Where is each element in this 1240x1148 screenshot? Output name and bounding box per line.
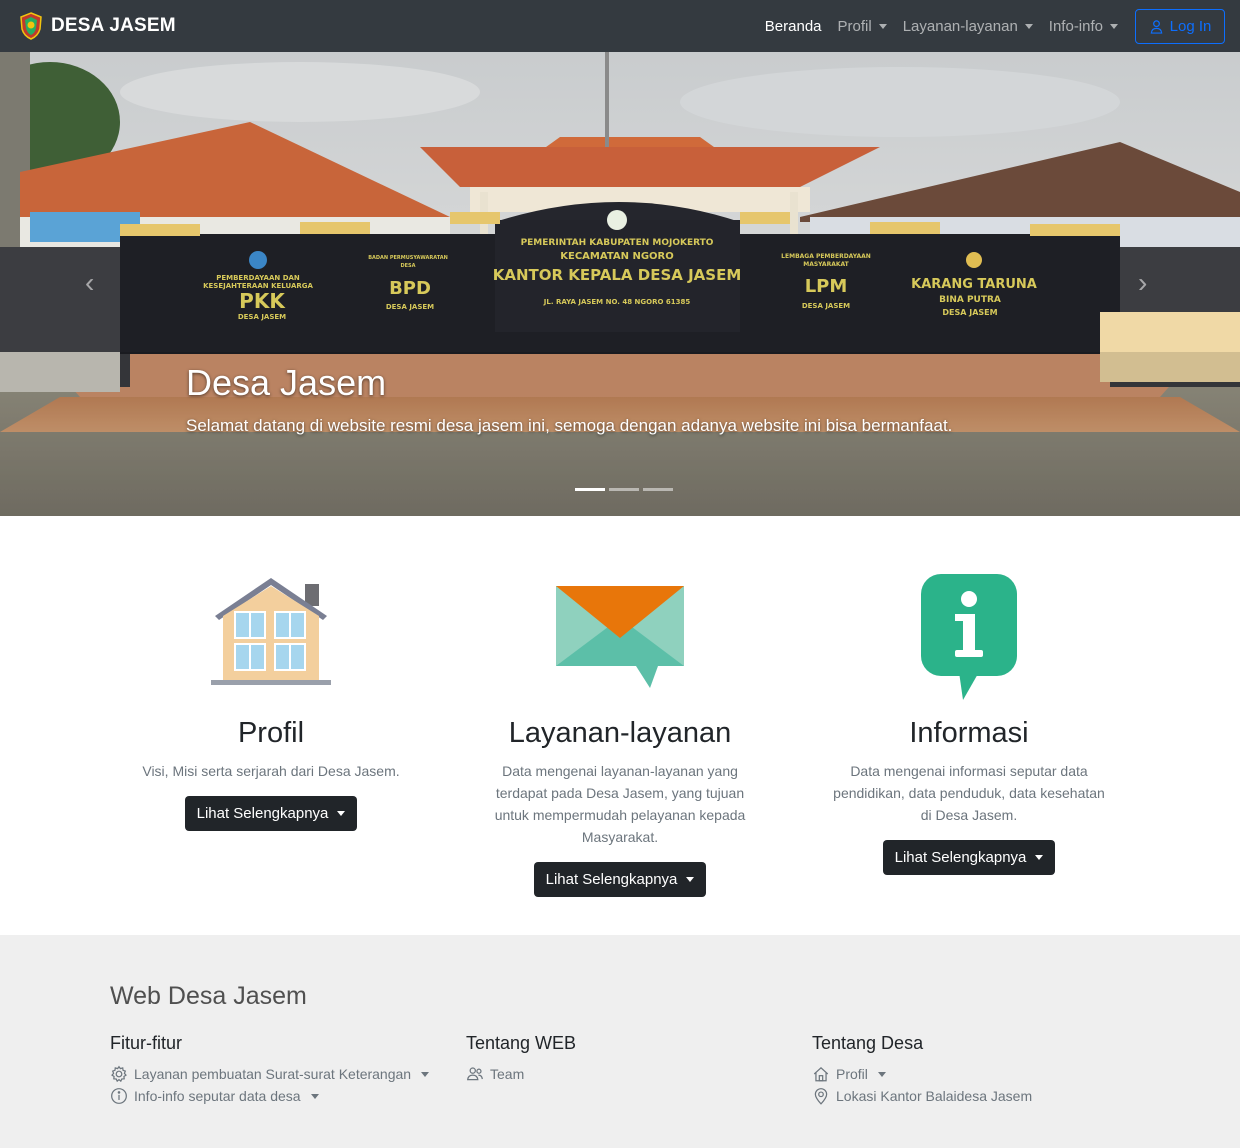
hero-subtitle: Selamat datang di website resmi desa jas…: [186, 416, 953, 435]
footer-col-web: Tentang WEB Team: [466, 1033, 576, 1085]
footer: Web Desa Jasem Fitur-fitur Layanan pembu…: [0, 935, 1240, 1148]
carousel-prev-button[interactable]: ‹: [85, 267, 94, 299]
footer-link-label: Team: [490, 1066, 525, 1082]
house-icon: [211, 578, 331, 685]
sign-gov-text: PEMERINTAH KABUPATEN MOJOKERTO: [521, 238, 714, 248]
nav-label: Layanan-layanan: [902, 17, 1018, 35]
carousel-indicators: [575, 488, 673, 491]
nav-label: Info-info: [1048, 17, 1103, 35]
sign-lpm-top: LEMBAGA PEMBERDAYAAN: [781, 253, 871, 260]
footer-link-team[interactable]: Team: [466, 1063, 576, 1085]
layanan-more-button[interactable]: Lihat Selengkapnya: [533, 862, 707, 897]
sign-pkk-sub: DESA JASEM: [238, 313, 286, 321]
sign-bpd-top2: DESA: [400, 263, 415, 269]
caret-down-icon: [1035, 855, 1044, 860]
footer-heading: Tentang WEB: [466, 1033, 577, 1053]
footer-link-lokasi[interactable]: Lokasi Kantor Balaidesa Jasem: [812, 1085, 1032, 1107]
nav-profil-dropdown[interactable]: Profil: [830, 18, 895, 35]
caret-down-icon: [686, 877, 695, 882]
footer-col-desa: Tentang Desa Profil Lokasi Kantor Balaid…: [812, 1033, 1032, 1107]
feature-description: Data mengenai informasi seputar data pen…: [833, 763, 1105, 823]
brand[interactable]: DESA JASEM: [19, 12, 176, 40]
info-bubble-icon: [921, 574, 1017, 700]
feature-title: Informasi: [909, 717, 1029, 749]
sign-lpm: LPM: [805, 276, 848, 297]
feature-layanan: Layanan-layanan Data mengenai layanan-la…: [480, 572, 760, 897]
sign-bpd: BPD: [389, 278, 431, 299]
button-label: Lihat Selengkapnya: [196, 805, 329, 822]
footer-title: Web Desa Jasem: [110, 982, 307, 1010]
feature-title: Layanan-layanan: [508, 717, 732, 749]
info-circle-icon: [111, 1088, 127, 1104]
caret-down-icon: [337, 811, 346, 816]
informasi-more-button[interactable]: Lihat Selengkapnya: [882, 840, 1056, 875]
footer-link-info-desa[interactable]: Info-info seputar data desa: [110, 1085, 429, 1107]
footer-link-profil[interactable]: Profil: [812, 1063, 1032, 1085]
sign-bpd-sub: DESA JASEM: [386, 303, 434, 311]
sign-pkk-top: PEMBERDAYAAN DAN: [216, 274, 300, 282]
hero-caption: Desa Jasem Selamat datang di website res…: [186, 362, 952, 436]
footer-link-label: Profil: [836, 1066, 868, 1082]
caret-down-icon: [421, 1071, 430, 1077]
nav-label: Profil: [837, 17, 872, 35]
map-pin-icon: [814, 1088, 828, 1105]
footer-link-label: Info-info seputar data desa: [134, 1088, 301, 1104]
sign-lpm-top2: MASYARAKAT: [803, 261, 849, 268]
button-label: Lihat Selengkapnya: [894, 849, 1027, 866]
nav-label: Beranda: [764, 17, 822, 35]
person-icon: [1150, 19, 1162, 34]
nav-beranda[interactable]: Beranda: [757, 18, 830, 35]
envelope-icon: [556, 586, 684, 688]
footer-link-layanan-surat[interactable]: Layanan pembuatan Surat-surat Keterangan: [110, 1063, 430, 1085]
login-label: Log In: [1169, 17, 1212, 35]
profil-more-button[interactable]: Lihat Selengkapnya: [184, 796, 358, 831]
footer-link-label: Lokasi Kantor Balaidesa Jasem: [836, 1088, 1033, 1104]
sign-kec-text: KECAMATAN NGORO: [560, 251, 674, 262]
caret-down-icon: [1110, 23, 1118, 29]
feature-title: Profil: [237, 717, 305, 749]
nav-layanan-dropdown[interactable]: Layanan-layanan: [895, 18, 1041, 35]
hero-photo: PEMERINTAH KABUPATEN MOJOKERTO KECAMATAN…: [0, 52, 1240, 516]
sign-kt-sub: BINA PUTRA: [939, 295, 1001, 305]
hero-title: Desa Jasem: [186, 362, 387, 403]
sign-office-text: KANTOR KEPALA DESA JASEM: [493, 266, 742, 284]
sign-kt-sub2: DESA JASEM: [942, 308, 997, 317]
feature-description: Visi, Misi serta serjarah dari Desa Jase…: [142, 763, 400, 779]
footer-col-fitur: Fitur-fitur Layanan pembuatan Surat-sura…: [110, 1033, 430, 1107]
button-label: Lihat Selengkapnya: [545, 871, 678, 888]
carousel-indicator-3[interactable]: [643, 488, 673, 491]
nav-info-dropdown[interactable]: Info-info: [1041, 18, 1126, 35]
features-section: Profil Visi, Misi serta serjarah dari De…: [0, 516, 1240, 935]
feature-profil: Profil Visi, Misi serta serjarah dari De…: [131, 572, 411, 831]
carousel-next-button[interactable]: ›: [1138, 267, 1147, 299]
carousel-indicator-1[interactable]: [575, 488, 605, 491]
sign-kt: KARANG TARUNA: [911, 277, 1037, 292]
navbar: DESA JASEM Beranda Profil Layanan-layana…: [0, 0, 1240, 52]
footer-heading: Tentang Desa: [812, 1033, 924, 1053]
caret-down-icon: [878, 23, 887, 29]
carousel-indicator-2[interactable]: [609, 488, 639, 491]
village-emblem-icon: [20, 12, 42, 40]
people-icon: [466, 1067, 483, 1081]
caret-down-icon: [877, 1071, 886, 1077]
caret-down-icon: [310, 1093, 319, 1099]
sign-pkk: PKK: [239, 289, 286, 313]
sign-address-text: JL. RAYA JASEM NO. 48 NGORO 61385: [543, 298, 691, 306]
footer-heading: Fitur-fitur: [110, 1033, 182, 1053]
feature-informasi: Informasi Data mengenai informasi seputa…: [829, 572, 1109, 875]
login-button[interactable]: Log In: [1135, 8, 1225, 44]
sign-lpm-sub: DESA JASEM: [802, 302, 850, 310]
gear-icon: [111, 1065, 127, 1083]
caret-down-icon: [1024, 23, 1033, 29]
hero-carousel: PEMERINTAH KABUPATEN MOJOKERTO KECAMATAN…: [0, 52, 1240, 516]
feature-description: Data mengenai layanan-layanan yang terda…: [494, 763, 746, 845]
footer-link-label: Layanan pembuatan Surat-surat Keterangan: [134, 1066, 412, 1082]
sign-bpd-top: BADAN PERMUSYAWARATAN: [368, 255, 448, 261]
brand-name: DESA JASEM: [51, 15, 176, 36]
home-icon: [813, 1066, 829, 1082]
